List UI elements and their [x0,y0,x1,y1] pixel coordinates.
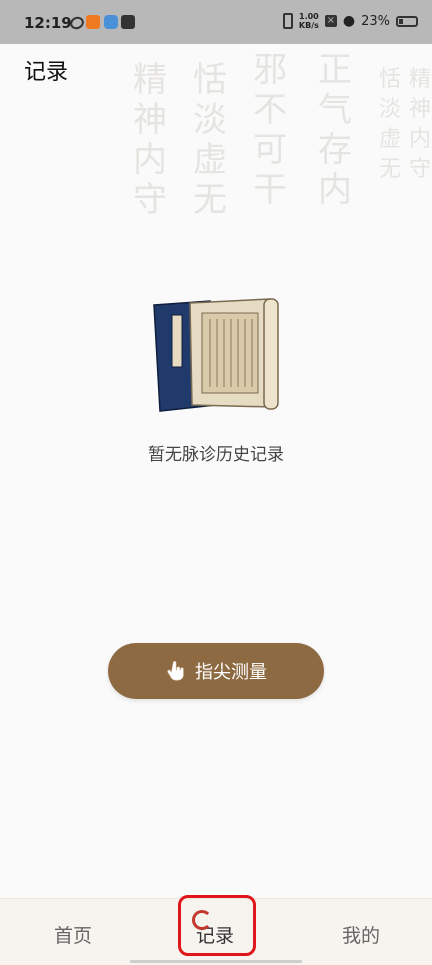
nav-mine[interactable]: 我的 [342,921,380,948]
speed-value: 1.00 [299,12,319,21]
speed-unit: KB/s [298,21,319,30]
calligraphy-column: 正气存内 [318,50,352,210]
calligraphy-column: 邪不可干 [253,50,287,210]
no-sim-icon: × [324,15,337,27]
status-right: 1.00 KB/s × ● 23% [282,12,418,30]
empty-state-message: 暂无脉诊历史记录 [148,445,284,465]
measure-button-label: 指尖测量 [195,662,267,682]
page-title: 记录 [24,60,69,85]
mail-notification-icon [121,15,135,29]
nav-home[interactable]: 首页 [54,921,92,948]
browser-notification-icon [104,15,118,29]
status-bar: 12:19 1.00 KB/s × ● 23% [0,0,432,44]
app-notification-icon [86,15,100,29]
status-time: 12:19 [24,14,72,32]
home-indicator[interactable] [130,960,302,963]
highlight-box [178,895,256,956]
network-speed: 1.00 KB/s [299,12,319,30]
vibrate-icon [282,13,293,29]
calligraphy-background: 精神内守 恬淡虚无 邪不可干 正气存内 恬淡虚无 精神内守 [130,50,432,240]
book-icon [153,298,279,412]
finger-tap-icon [167,661,184,681]
calligraphy-column: 精神内守 [408,67,431,182]
calligraphy-column: 精神内守 [133,60,167,220]
battery-icon [396,15,418,27]
calligraphy-column: 恬淡虚无 [193,60,227,220]
wifi-icon: ● [342,13,356,29]
calligraphy-column: 恬淡虚无 [378,67,401,182]
battery-percent: 23% [361,13,390,29]
fingertip-measure-button[interactable]: 指尖测量 [108,643,324,699]
